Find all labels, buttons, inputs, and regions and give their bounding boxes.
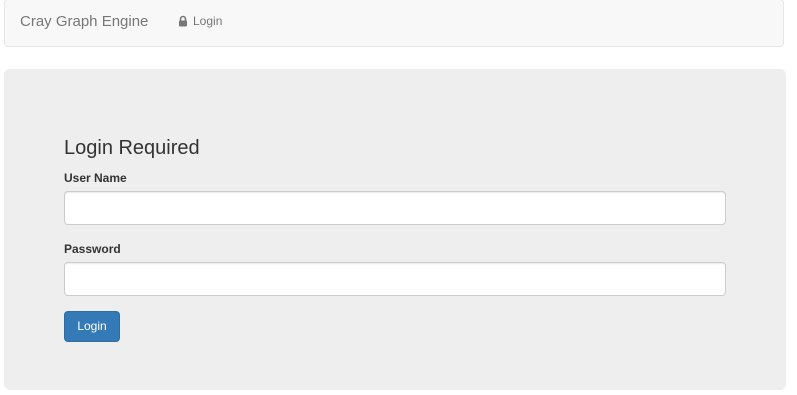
password-label: Password <box>64 242 121 256</box>
top-navbar: Cray Graph Engine Login <box>4 0 784 47</box>
brand-link[interactable]: Cray Graph Engine <box>20 12 148 32</box>
password-input[interactable] <box>64 262 726 296</box>
login-button[interactable]: Login <box>64 311 120 342</box>
nav-login-link[interactable]: Login <box>177 13 222 29</box>
username-label: User Name <box>64 171 127 185</box>
login-title: Login Required <box>64 137 200 159</box>
nav-login-label: Login <box>193 14 223 28</box>
lock-icon <box>177 15 189 27</box>
login-panel: Login Required User Name Password Login <box>4 69 786 390</box>
username-input[interactable] <box>64 191 726 225</box>
